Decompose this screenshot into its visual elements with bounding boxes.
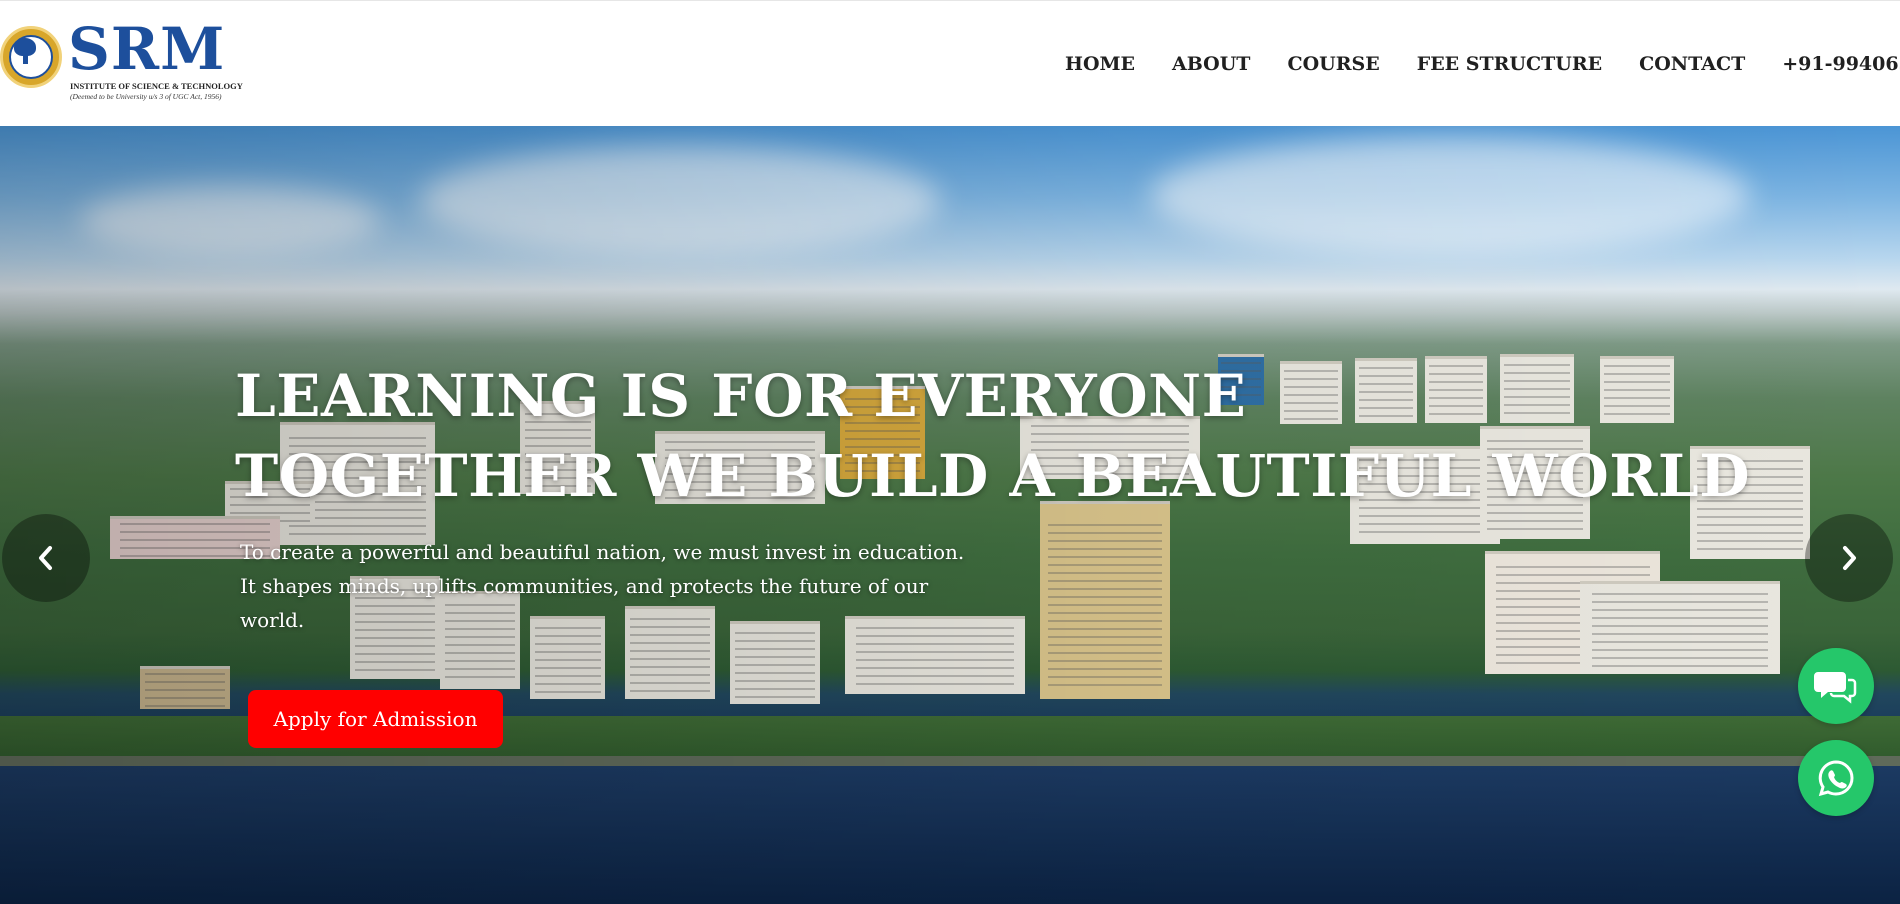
- hero-title-line-2: TOGETHER WE BUILD A BEAUTIFUL WORLD: [235, 442, 1750, 510]
- apply-for-admission-button[interactable]: Apply for Admission: [248, 690, 503, 748]
- nav-about[interactable]: ABOUT: [1172, 51, 1250, 77]
- logo-wordmark: SRM: [68, 15, 226, 83]
- whatsapp-button[interactable]: [1798, 740, 1874, 816]
- hero-title-line-1: LEARNING IS FOR EVERYONE: [235, 362, 1247, 430]
- slider-next-button[interactable]: [1805, 514, 1893, 602]
- logo-subtagline: (Deemed to be University u/s 3 of UGC Ac…: [70, 92, 222, 101]
- nav-phone-link[interactable]: +91-9940638461: [1782, 51, 1900, 77]
- site-header: SRM INSTITUTE OF SCIENCE & TECHNOLOGY (D…: [0, 0, 1900, 126]
- nav-contact[interactable]: CONTACT: [1639, 51, 1745, 77]
- srm-logo[interactable]: SRM INSTITUTE OF SCIENCE & TECHNOLOGY (D…: [0, 17, 243, 109]
- main-nav: HOME ABOUT COURSE FEE STRUCTURE CONTACT …: [1065, 51, 1900, 77]
- chat-bubbles-icon: [1814, 672, 1857, 704]
- university-seal-icon: [0, 26, 62, 88]
- nav-course[interactable]: COURSE: [1287, 51, 1379, 77]
- hero-description: To create a powerful and beautiful natio…: [240, 535, 980, 637]
- hero-slider: LEARNING IS FOR EVERYONE TOGETHER WE BUI…: [0, 126, 1900, 904]
- hero-title: LEARNING IS FOR EVERYONE TOGETHER WE BUI…: [235, 356, 1750, 516]
- slider-prev-button[interactable]: [2, 514, 90, 602]
- nav-fee-structure[interactable]: FEE STRUCTURE: [1417, 51, 1602, 77]
- whatsapp-icon: [1818, 760, 1854, 797]
- hero-description-line-2: It shapes minds, uplifts communities, an…: [240, 574, 929, 632]
- chevron-left-icon: [39, 546, 52, 570]
- chat-button[interactable]: [1798, 648, 1874, 724]
- nav-home[interactable]: HOME: [1065, 51, 1135, 77]
- hero-description-line-1: To create a powerful and beautiful natio…: [240, 540, 965, 564]
- chevron-right-icon: [1843, 546, 1856, 570]
- logo-tagline: INSTITUTE OF SCIENCE & TECHNOLOGY: [70, 81, 243, 91]
